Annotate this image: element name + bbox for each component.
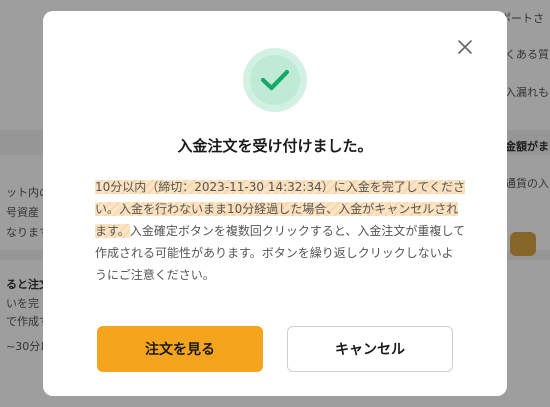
dialog-message: 10分以内（締切：2023-11-30 14:32:34）に入金を完了してくださ… [95, 176, 465, 286]
success-badge [243, 48, 307, 112]
cancel-button[interactable]: キャンセル [287, 326, 453, 372]
view-order-button[interactable]: 注文を見る [97, 326, 263, 372]
deposit-confirmation-dialog: 入金注文を受け付けました。 10分以内（締切：2023-11-30 14:32:… [43, 11, 507, 396]
duplicate-warning-text: 入金確定ボタンを複数回クリックすると、入金注文が重複して作成される可能性がありま… [95, 224, 465, 282]
check-icon [260, 69, 290, 91]
close-button[interactable] [452, 34, 478, 60]
close-icon [458, 40, 472, 54]
dialog-title: 入金注文を受け付けました。 [177, 137, 373, 155]
